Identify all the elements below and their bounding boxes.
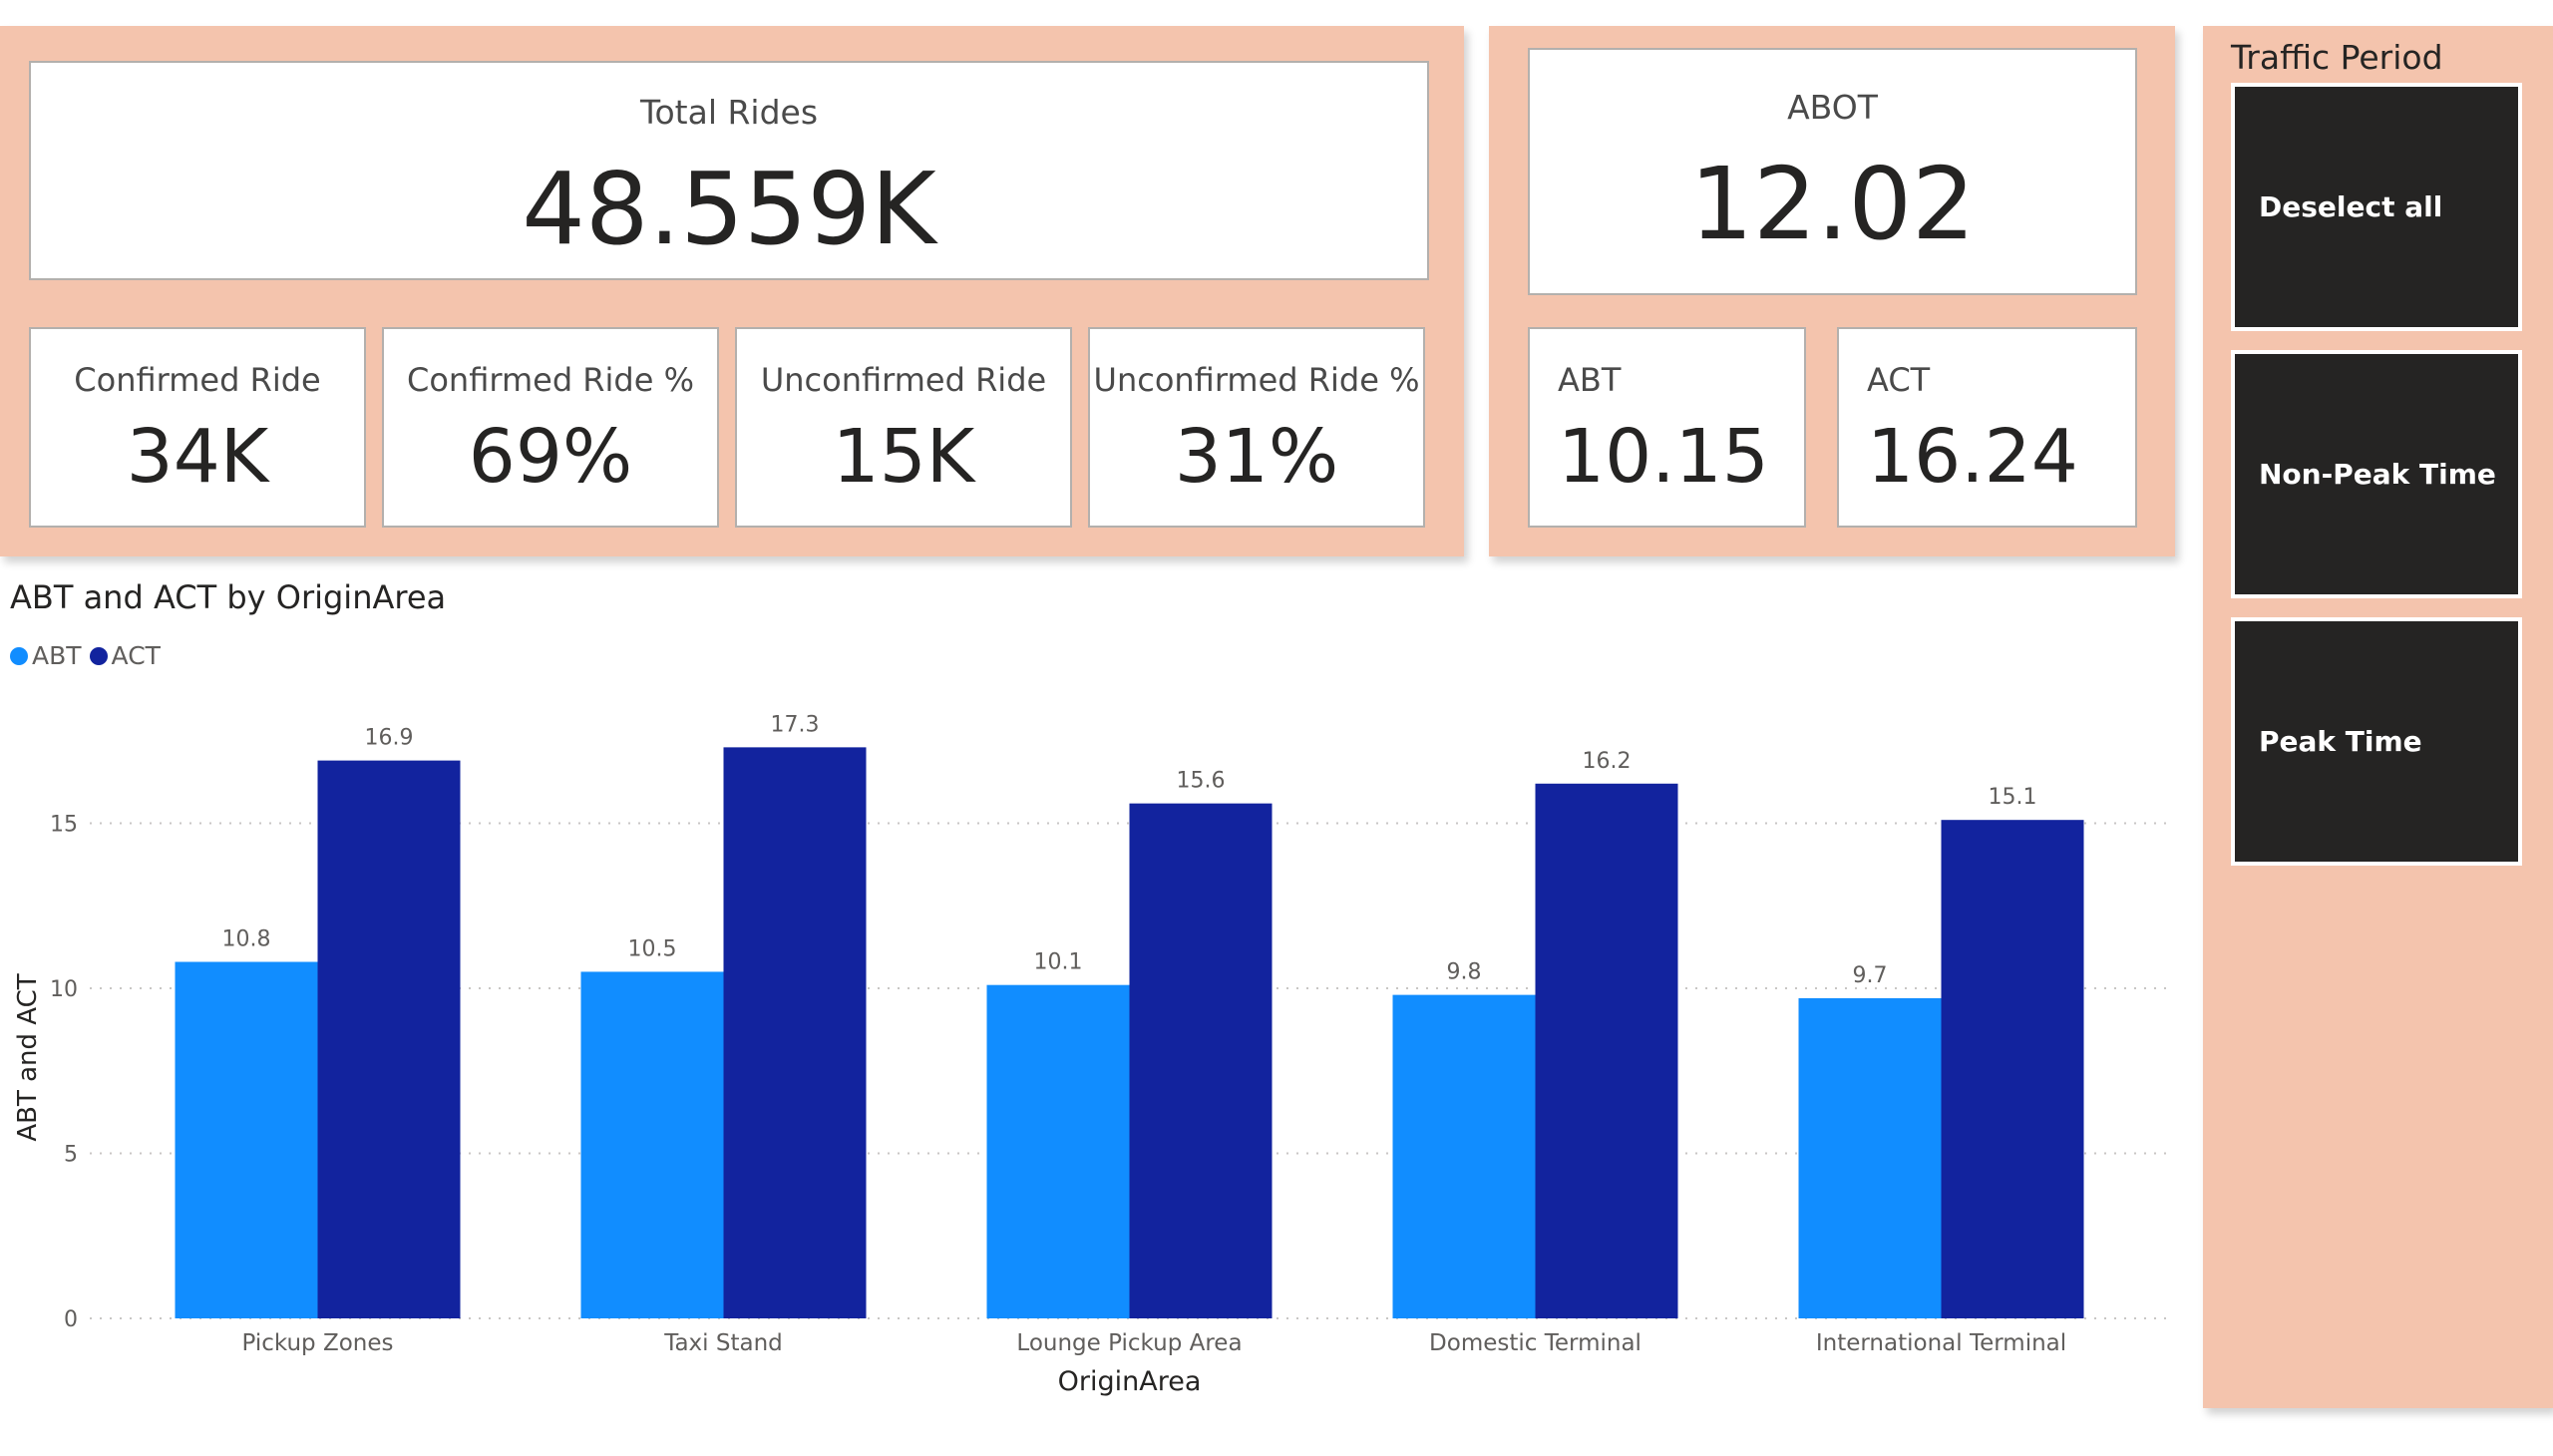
abot-card: ABOT 12.02 <box>1528 48 2137 295</box>
unconfirmed-ride-card: Unconfirmed Ride 15K <box>735 327 1072 528</box>
data-label: 16.2 <box>1583 749 1632 774</box>
unconfirmed-ride-pct-value: 31% <box>1174 414 1339 500</box>
legend-label-act: ACT <box>111 641 161 670</box>
y-tick-label: 5 <box>64 1143 78 1168</box>
total-rides-label: Total Rides <box>639 93 819 132</box>
x-axis-title: OriginArea <box>1058 1366 1202 1397</box>
act-value: 16.24 <box>1867 414 2078 500</box>
slicer-button-label: Peak Time <box>2259 725 2422 758</box>
unconfirmed-ride-label: Unconfirmed Ride <box>760 361 1047 399</box>
confirmed-ride-label: Confirmed Ride <box>74 361 321 399</box>
x-tick-label: Domestic Terminal <box>1429 1330 1641 1356</box>
data-label: 10.5 <box>628 936 677 961</box>
x-tick-label: International Terminal <box>1816 1330 2066 1356</box>
abt-label: ABT <box>1558 361 1622 399</box>
unconfirmed-ride-pct-label: Unconfirmed Ride % <box>1093 361 1420 399</box>
slicer-deselect-all-button[interactable]: Deselect all <box>2231 83 2522 331</box>
x-tick-label: Lounge Pickup Area <box>1016 1330 1242 1356</box>
y-tick-label: 10 <box>50 977 78 1002</box>
legend-item-act[interactable]: ACT <box>89 641 161 670</box>
legend-marker-icon <box>89 646 108 665</box>
abot-label: ABOT <box>1787 88 1878 127</box>
unconfirmed-ride-pct-card: Unconfirmed Ride % 31% <box>1088 327 1425 528</box>
legend-label-abt: ABT <box>32 641 82 670</box>
legend-item-abt[interactable]: ABT <box>10 641 82 670</box>
unconfirmed-ride-value: 15K <box>832 414 975 500</box>
confirmed-ride-pct-value: 69% <box>468 414 633 500</box>
act-label: ACT <box>1867 361 1931 399</box>
bar-act <box>723 747 867 1318</box>
confirmed-ride-pct-card: Confirmed Ride % 69% <box>382 327 719 528</box>
bar-abt <box>986 984 1130 1318</box>
bar-act <box>1129 803 1273 1318</box>
data-label: 17.3 <box>771 712 820 737</box>
slicer-button-label: Deselect all <box>2259 190 2443 223</box>
abt-value: 10.15 <box>1558 414 1769 500</box>
bar-act <box>1535 783 1678 1318</box>
chart-title: ABT and ACT by OriginArea <box>10 578 447 616</box>
slicer-button-label: Non-Peak Time <box>2259 458 2496 491</box>
slicer-peak-time-button[interactable]: Peak Time <box>2231 617 2522 866</box>
data-label: 15.1 <box>1989 785 2037 810</box>
y-tick-label: 0 <box>64 1307 78 1332</box>
x-tick-label: Taxi Stand <box>663 1330 783 1356</box>
slicer-title: Traffic Period <box>2231 38 2443 77</box>
data-label: 15.6 <box>1177 769 1226 794</box>
total-rides-value: 48.559K <box>522 151 936 267</box>
data-label: 10.1 <box>1034 950 1083 975</box>
bar-abt <box>580 971 724 1318</box>
act-card: ACT 16.24 <box>1837 327 2137 528</box>
legend-marker-icon <box>10 646 28 665</box>
bar-abt <box>1392 994 1536 1318</box>
confirmed-ride-card: Confirmed Ride 34K <box>29 327 366 528</box>
chart-legend: ABT ACT <box>10 641 169 670</box>
abt-card: ABT 10.15 <box>1528 327 1806 528</box>
confirmed-ride-pct-label: Confirmed Ride % <box>407 361 694 399</box>
abot-value: 12.02 <box>1689 146 1976 262</box>
y-tick-label: 15 <box>50 813 78 838</box>
data-label: 9.7 <box>1853 963 1888 988</box>
abt-act-bar-chart: 0 5 10 15 ABT and ACT 10.8 16.9 Pickup Zones 10.… <box>13 712 2169 1397</box>
slicer-non-peak-time-button[interactable]: Non-Peak Time <box>2231 350 2522 598</box>
y-axis-title: ABT and ACT <box>13 973 43 1141</box>
bar-abt <box>175 961 318 1318</box>
confirmed-ride-value: 34K <box>126 414 269 500</box>
data-label: 9.8 <box>1447 960 1482 985</box>
bar-act <box>1941 820 2084 1318</box>
bar-abt <box>1798 997 1942 1318</box>
bar-act <box>317 760 461 1318</box>
total-rides-card: Total Rides 48.559K <box>29 61 1429 280</box>
data-label: 10.8 <box>222 927 271 952</box>
x-tick-label: Pickup Zones <box>241 1330 393 1356</box>
data-label: 16.9 <box>365 726 414 751</box>
